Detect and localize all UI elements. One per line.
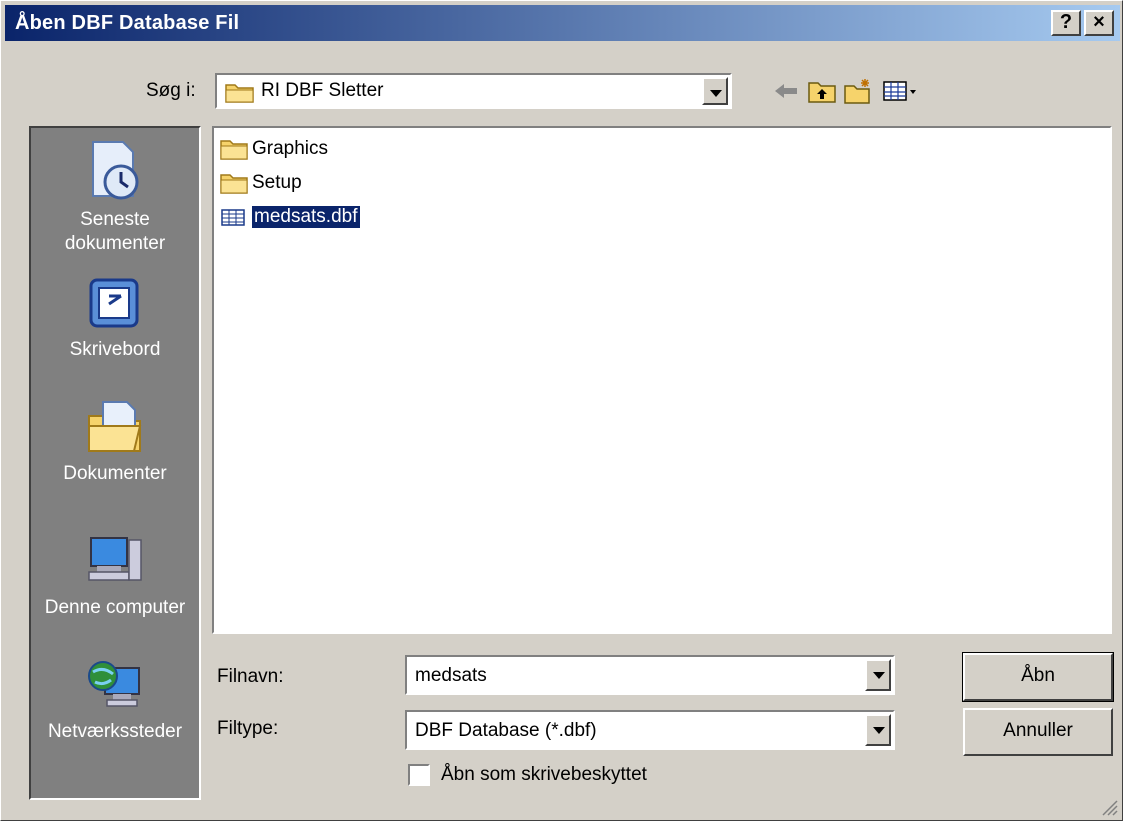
database-file-icon [221, 209, 245, 226]
title-bar[interactable]: Åben DBF Database Fil ? × [5, 5, 1120, 41]
close-button[interactable]: × [1084, 10, 1114, 36]
filename-dropdown-button[interactable] [865, 659, 891, 691]
file-name: Graphics [252, 138, 329, 159]
help-button[interactable]: ? [1051, 10, 1081, 36]
lookin-label: Søg i: [146, 80, 196, 101]
list-item-file-selected[interactable]: medsats.dbf [220, 202, 361, 232]
place-network[interactable]: Netværkssteder [31, 654, 199, 744]
folder-icon [225, 84, 254, 103]
views-menu-icon[interactable] [881, 77, 921, 105]
desktop-icon [89, 278, 139, 328]
filetype-dropdown-button[interactable] [865, 714, 891, 746]
back-arrow-icon[interactable] [771, 77, 801, 105]
network-places-icon [88, 661, 140, 707]
places-bar: Seneste dokumenter Skrivebord Dokumenter [29, 126, 201, 800]
filetype-label: Filtype: [217, 718, 279, 739]
my-computer-icon [88, 537, 142, 581]
new-folder-icon[interactable] [843, 77, 873, 105]
place-documents[interactable]: Dokumenter [31, 396, 199, 486]
place-recent[interactable]: Seneste dokumenter [31, 138, 199, 256]
file-list[interactable]: Graphics Setup medsats.dbf [212, 126, 1112, 634]
filename-combobox[interactable]: medsats [405, 655, 895, 695]
filetype-value: DBF Database (*.dbf) [415, 720, 597, 741]
up-folder-icon[interactable] [807, 77, 837, 105]
place-label: Netværkssteder [47, 721, 183, 742]
lookin-dropdown-button[interactable] [702, 77, 728, 105]
place-label: Seneste dokumenter [64, 209, 166, 254]
place-label: Dokumenter [63, 463, 167, 484]
filetype-combobox[interactable]: DBF Database (*.dbf) [405, 710, 895, 750]
list-item-folder[interactable]: Setup [220, 168, 302, 198]
open-file-dialog: Åben DBF Database Fil ? × Søg i: RI DBF … [0, 0, 1123, 821]
open-button[interactable]: Åbn [962, 652, 1114, 702]
my-documents-icon [88, 401, 142, 452]
place-computer[interactable]: Denne computer [31, 530, 199, 620]
cancel-button[interactable]: Annuller [963, 708, 1113, 756]
file-name: Setup [252, 172, 302, 193]
folder-icon [220, 140, 248, 160]
resize-grip-icon[interactable] [1100, 798, 1118, 816]
lookin-combobox[interactable]: RI DBF Sletter [215, 73, 732, 109]
recent-documents-icon [92, 141, 139, 200]
readonly-label[interactable]: Åbn som skrivebeskyttet [441, 764, 647, 786]
place-desktop[interactable]: Skrivebord [31, 276, 199, 362]
list-item-folder[interactable]: Graphics [220, 134, 328, 164]
file-name: medsats.dbf [251, 205, 361, 229]
folder-icon [220, 174, 248, 194]
filename-input[interactable]: medsats [415, 665, 487, 687]
place-label: Denne computer [44, 597, 186, 618]
readonly-checkbox[interactable] [408, 764, 430, 786]
place-label: Skrivebord [69, 339, 161, 360]
filename-label: Filnavn: [217, 666, 284, 687]
lookin-value: RI DBF Sletter [261, 80, 384, 101]
window-title: Åben DBF Database Fil [15, 12, 240, 34]
